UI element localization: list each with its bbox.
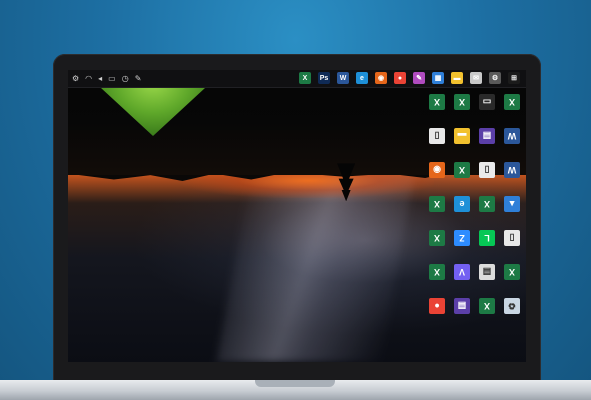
desktop-icon-excel-5[interactable]: X [424,196,449,226]
desktop-icon-excel-3[interactable]: X [499,94,524,124]
desktop-icon-excel-8[interactable]: X [424,264,449,294]
desktop-icon-edge-icon: e [453,196,470,212]
store-taskbar-icon[interactable]: ▦ [432,72,444,84]
desktop-icon-recycle[interactable]: ♻ [499,298,524,328]
desktop-icon-firefox[interactable]: ◉ [424,162,449,192]
desktop-icon-video[interactable]: ▭ [474,94,499,124]
network-icon[interactable]: ◠ [85,72,92,85]
laptop-notch [255,380,335,387]
desktop-icon-blank-icon: ▯ [478,162,495,178]
desktop-icon-excel-10[interactable]: X [474,298,499,328]
desktop-icon-firefox-icon: ◉ [428,162,445,178]
desktop-icon-media-icon: ▤ [478,128,495,144]
desktop-icon-file-icon: ▯ [503,230,520,246]
mail-taskbar-icon[interactable]: ✉ [470,72,482,84]
desktop-icon-recycle-icon: ♻ [503,298,520,314]
desktop-icon-line[interactable]: L [474,230,499,260]
desktop-icon-excel-8-icon: X [428,264,445,280]
desktop-icon-zoom[interactable]: Z [449,230,474,260]
desktop-icon-excel-3-icon: X [503,94,520,110]
desktop-icon-excel-2-icon: X [453,94,470,110]
desktop-icon-excel-7[interactable]: X [424,230,449,260]
desktop-icon-excel-6[interactable]: X [474,196,499,226]
desktop-icon-word-icon: W [503,128,520,144]
pen-icon[interactable]: ✎ [135,72,142,85]
desktop-icon-excel-10-icon: X [478,298,495,314]
desktop-icon-grid: X X ▭ X ▯ ▬ ▤ W ◉ X ▯ W Xe X ▲ X Z L ▯ X V ▤ X ● ▤ X ♻ [424,94,524,362]
desktop-icon-line-icon: L [478,230,495,246]
desktop-screen: ⚙ ◠ ◂ ▭ ◷ ✎ X Ps We ◉ ● ✎ ▦ ▬ ✉ ⚙ ⊞ X X ▭ X ▯ ▬ ▤ W ◉ X ▯ W Xe X ▲ X Z L… [68,70,526,362]
desktop-icon-vpn[interactable]: ▲ [499,196,524,226]
edge-taskbar-icon[interactable]: e [356,72,368,84]
desktop-icon-notepad[interactable]: ▤ [474,264,499,294]
system-tray: ⚙ ◠ ◂ ▭ ◷ ✎ [72,72,141,85]
desktop-icon-video-icon: ▭ [478,94,495,110]
desktop-icon-excel-1[interactable]: X [424,94,449,124]
desktop-icon-zoom-icon: Z [453,230,470,246]
desktop-icon-excel-4-icon: X [453,162,470,178]
taskbar-apps: X Ps We ◉ ● ✎ ▦ ▬ ✉ ⚙ ⊞ [299,72,520,84]
desktop-icon-excel-9[interactable]: X [499,264,524,294]
desktop-icon-excel-5-icon: X [428,196,445,212]
settings-taskbar-icon[interactable]: ⚙ [489,72,501,84]
desktop-icon-media-2[interactable]: ▤ [449,298,474,328]
desktop-icon-folder-icon: ▬ [453,128,470,144]
desktop-icon-excel-6-icon: X [478,196,495,212]
excel-taskbar-icon[interactable]: X [299,72,311,84]
desktop-icon-excel-2[interactable]: X [449,94,474,124]
desktop-icon-viber[interactable]: V [449,264,474,294]
paint-taskbar-icon[interactable]: ✎ [413,72,425,84]
desktop-icon-folder[interactable]: ▬ [449,128,474,158]
desktop-icon-doc[interactable]: ▯ [424,128,449,158]
desktop-icon-word-2[interactable]: W [499,162,524,192]
desktop-icon-excel-7-icon: X [428,230,445,246]
desktop-icon-notepad-icon: ▤ [478,264,495,280]
desktop-icon-media[interactable]: ▤ [474,128,499,158]
desktop-icon-word[interactable]: W [499,128,524,158]
desktop-icon-chrome-icon: ● [428,298,445,314]
desktop-icon-blank[interactable]: ▯ [474,162,499,192]
firefox-taskbar-icon[interactable]: ◉ [375,72,387,84]
start-taskbar-icon[interactable]: ⊞ [508,72,520,84]
desktop-icon-vpn-icon: ▲ [503,196,520,212]
desktop-icon-media-2-icon: ▤ [453,298,470,314]
taskbar: ⚙ ◠ ◂ ▭ ◷ ✎ X Ps We ◉ ● ✎ ▦ ▬ ✉ ⚙ ⊞ [68,70,526,88]
desktop-icon-excel-4[interactable]: X [449,162,474,192]
chrome-taskbar-icon[interactable]: ● [394,72,406,84]
battery-icon[interactable]: ▭ [108,72,116,85]
desktop-icon-excel-9-icon: X [503,264,520,280]
desktop-icon-chrome[interactable]: ● [424,298,449,328]
desktop-icon-excel-1-icon: X [428,94,445,110]
photoshop-taskbar-icon[interactable]: Ps [318,72,330,84]
desktop-icon-word-2-icon: W [503,162,520,178]
desktop-icon-file[interactable]: ▯ [499,230,524,260]
settings-icon[interactable]: ⚙ [72,72,79,85]
explorer-taskbar-icon[interactable]: ▬ [451,72,463,84]
word-taskbar-icon[interactable]: W [337,72,349,84]
clock-icon[interactable]: ◷ [122,72,129,85]
desktop-icon-edge[interactable]: e [449,196,474,226]
volume-icon[interactable]: ◂ [98,72,102,85]
wallpaper-milky-way [216,175,415,362]
desktop-icon-doc-icon: ▯ [428,128,445,144]
desktop-icon-viber-icon: V [453,264,470,280]
